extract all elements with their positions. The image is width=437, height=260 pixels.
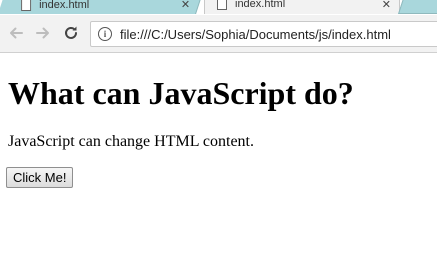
page-paragraph: JavaScript can change HTML content.	[8, 133, 254, 150]
browser-toolbar: i file:///C:/Users/Sophia/Documents/js/i…	[0, 15, 437, 53]
tab-strip: index.html ✕ index.html ✕	[0, 0, 437, 15]
new-tab-button[interactable]	[398, 0, 437, 14]
tab-title: index.html	[39, 0, 90, 10]
click-me-button[interactable]: Click Me!	[6, 167, 74, 188]
back-arrow-icon[interactable]	[6, 23, 26, 43]
info-icon[interactable]: i	[98, 27, 112, 41]
page-content: What can JavaScript do? JavaScript can c…	[0, 53, 437, 260]
page-heading: What can JavaScript do?	[8, 75, 354, 111]
tab-active[interactable]: index.html ✕	[204, 0, 400, 14]
page-favicon-icon	[217, 0, 227, 10]
reload-icon[interactable]	[61, 23, 81, 43]
page-favicon-icon	[21, 0, 32, 10]
forward-arrow-icon[interactable]	[33, 23, 53, 43]
tab-close-icon[interactable]: ✕	[382, 0, 391, 11]
tab-inactive[interactable]: index.html ✕	[0, 0, 203, 14]
tab-title: index.html	[235, 0, 286, 10]
tab-close-icon[interactable]: ✕	[181, 0, 190, 11]
address-url[interactable]: file:///C:/Users/Sophia/Documents/js/ind…	[120, 27, 391, 42]
address-bar[interactable]: i file:///C:/Users/Sophia/Documents/js/i…	[90, 21, 437, 47]
